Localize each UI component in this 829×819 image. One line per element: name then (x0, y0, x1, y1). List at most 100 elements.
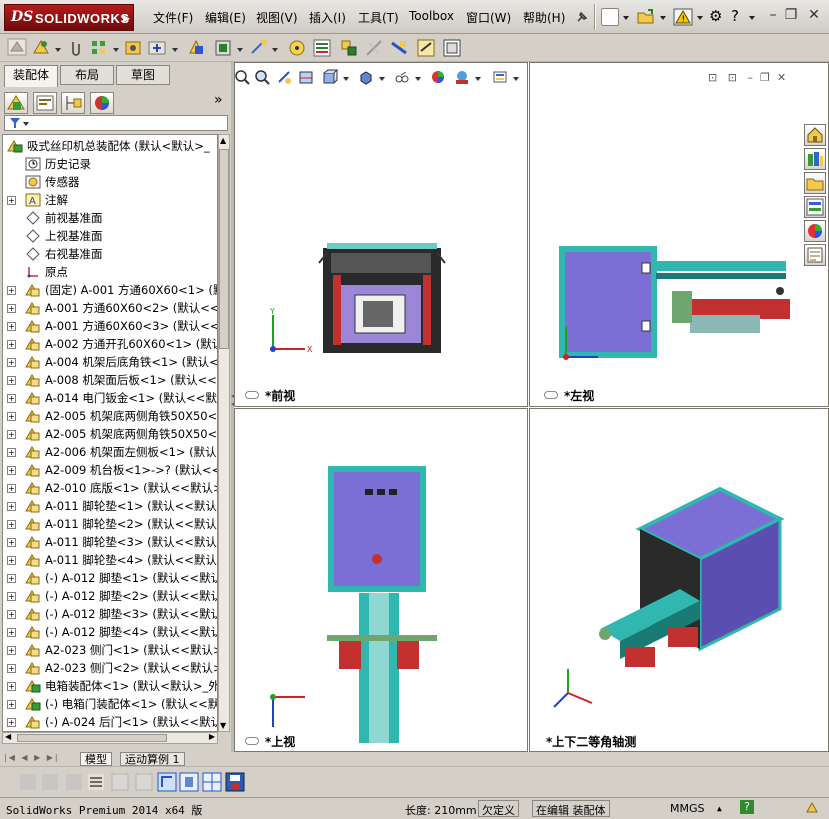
tree-item[interactable]: + A-008 机架面后板<1> (默认<<默 (3, 371, 217, 389)
minimize-icon[interactable]: – (747, 71, 753, 84)
tree-horizontal-scrollbar[interactable]: ◀ ▶ (2, 732, 218, 744)
hide-show-items-icon[interactable] (394, 69, 410, 85)
tree-item[interactable]: + A2-005 机架底两侧角铁50X50<2> (3, 425, 217, 443)
tree-item[interactable]: + A-001 方通60X60<2> (默认<<默认 (3, 299, 217, 317)
expand-icon[interactable]: + (7, 376, 16, 385)
tree-item[interactable]: + A-011 脚轮垫<2> (默认<<默认>_ (3, 515, 217, 533)
expand-icon[interactable]: + (7, 628, 16, 637)
tree-item[interactable]: + (-) A-024 后门<1> (默认<<默认 (3, 713, 217, 731)
assembly-toolbar-icons[interactable] (0, 34, 470, 62)
menu-toolbox[interactable]: Toolbox (409, 9, 454, 23)
edit-appearance-icon[interactable] (430, 69, 446, 85)
expand-icon[interactable]: + (7, 430, 16, 439)
scroll-thumb[interactable] (219, 149, 229, 349)
tree-item[interactable]: 右视基准面 (3, 245, 217, 263)
expand-icon[interactable]: + (7, 358, 16, 367)
expand-icon[interactable]: + (7, 394, 16, 403)
zoom-to-fit-icon[interactable] (234, 69, 250, 85)
section-view-icon[interactable] (298, 69, 314, 85)
expand-icon[interactable]: + (7, 592, 16, 601)
tree-item[interactable]: + A2-010 底版<1> (默认<<默认>_显 (3, 479, 217, 497)
tree-item[interactable]: + (-) A-012 脚垫<3> (默认<<默认 (3, 605, 217, 623)
tree-item[interactable]: 历史记录 (3, 155, 217, 173)
viewport-window-controls[interactable]: ⊡ ⊡ – ❐ ✕ (708, 71, 818, 85)
expand-icon[interactable]: + (7, 448, 16, 457)
expand-icon[interactable]: + (7, 322, 16, 331)
expand-icon[interactable]: + (7, 484, 16, 493)
open-folder-icon[interactable] (636, 8, 656, 26)
expand-icon[interactable]: + (7, 610, 16, 619)
chevron-down-icon[interactable] (697, 16, 703, 20)
tree-item[interactable]: + A2-006 机架面左侧板<1> (默认< (3, 443, 217, 461)
chevron-down-icon[interactable] (378, 69, 386, 85)
expand-icon[interactable]: + (7, 556, 16, 565)
tree-vertical-scrollbar[interactable]: ▲ ▼ (218, 134, 230, 732)
tree-root-assembly[interactable]: 吸式丝印机总装配体 (默认<默认>_ (3, 137, 217, 155)
home-icon[interactable] (804, 124, 826, 146)
tab-motion-study[interactable]: 运动算例 1 (120, 752, 185, 766)
custom-properties-icon[interactable] (804, 244, 826, 266)
restore-icon[interactable]: ❐ (783, 8, 799, 24)
minimize-icon[interactable]: – (765, 8, 781, 24)
view-link-icon[interactable] (544, 391, 558, 399)
expand-icon[interactable]: + (7, 304, 16, 313)
pin-icon[interactable] (575, 10, 589, 24)
display-manager-icon[interactable] (90, 92, 114, 114)
tree-item[interactable]: + (-) A-012 脚垫<4> (默认<<默认 (3, 623, 217, 641)
menu-view[interactable]: 视图(V) (256, 9, 298, 26)
scroll-up-icon[interactable]: ▲ (220, 136, 228, 145)
view-tile-icon[interactable]: ⊡ (728, 71, 737, 84)
units-arrow-icon[interactable]: ▲ (717, 804, 722, 813)
expand-icon[interactable]: + (7, 466, 16, 475)
tree-item[interactable]: 前视基准面 (3, 209, 217, 227)
expand-icon[interactable]: + (7, 646, 16, 655)
expand-icon[interactable]: + (7, 538, 16, 547)
menu-help[interactable]: 帮助(H) (523, 9, 565, 26)
tab-sketch[interactable]: 草图 (116, 65, 170, 85)
chevron-down-icon[interactable] (512, 69, 520, 85)
scroll-right-icon[interactable]: ▶ (209, 732, 215, 741)
tab-nav-arrows-icon[interactable]: |◀ ◀ ▶ ▶| (4, 753, 60, 762)
restore-icon[interactable]: ❐ (760, 71, 770, 84)
menu-edit[interactable]: 编辑(E) (205, 9, 246, 26)
tab-assembly[interactable]: 装配体 (4, 65, 58, 87)
feature-manager-icon[interactable] (4, 92, 28, 114)
tree-item[interactable]: + A2-005 机架底两侧角铁50X50<1> (3, 407, 217, 425)
double-chevron-right-icon[interactable]: » (214, 92, 223, 108)
expand-icon[interactable]: + (7, 340, 16, 349)
tree-filter[interactable] (4, 115, 228, 131)
tree-item[interactable]: + A-014 电门钣金<1> (默认<<默认 (3, 389, 217, 407)
rebuild-warning-icon[interactable]: ! (673, 8, 693, 26)
tree-item[interactable]: + A-004 机架后底角铁<1> (默认<< (3, 353, 217, 371)
close-icon[interactable]: ✕ (806, 8, 822, 24)
expand-icon[interactable]: + (7, 664, 16, 673)
viewport-isometric[interactable]: *上下二等角轴测 (529, 408, 829, 752)
apply-scene-icon[interactable] (454, 69, 470, 85)
tree-item[interactable]: + A2-023 侧门<2> (默认<<默认>_显 (3, 659, 217, 677)
status-units[interactable]: MMGS (670, 802, 705, 815)
options-gear-icon[interactable]: ⚙ (709, 7, 727, 25)
viewport-top[interactable]: *上视 (234, 408, 528, 752)
chevron-down-icon[interactable] (749, 16, 755, 20)
tree-item[interactable]: + (-) A-012 脚垫<2> (默认<<默认 (3, 587, 217, 605)
chevron-down-icon[interactable] (342, 69, 350, 85)
tree-item[interactable]: + (-) A-012 脚垫<1> (默认<<默认 (3, 569, 217, 587)
chevron-down-icon[interactable] (414, 69, 422, 85)
view-palette-icon[interactable] (804, 196, 826, 218)
configuration-manager-icon[interactable] (61, 92, 85, 114)
expand-icon[interactable]: + (7, 718, 16, 727)
graphics-area[interactable]: XY *前视 *左视 ⊡ ⊡ – ❐ ✕ *上视 *上下二等角轴测 (234, 62, 829, 752)
view-orientation-icon[interactable] (322, 69, 339, 85)
hscroll-thumb[interactable] (17, 734, 167, 742)
tree-item[interactable]: + A-011 脚轮垫<1> (默认<<默认>_ (3, 497, 217, 515)
view-link-icon[interactable] (245, 737, 259, 745)
menu-window[interactable]: 窗口(W) (466, 9, 511, 26)
expand-icon[interactable]: + (7, 700, 16, 709)
menu-file[interactable]: 文件(F) (153, 9, 193, 26)
appearances-icon[interactable] (804, 220, 826, 242)
display-style-icon[interactable] (358, 69, 374, 85)
bottom-toolbar-icons[interactable] (0, 767, 260, 797)
view-link-icon[interactable] (245, 391, 259, 399)
chevron-down-icon[interactable] (660, 16, 666, 20)
view-settings-icon[interactable] (492, 69, 508, 85)
